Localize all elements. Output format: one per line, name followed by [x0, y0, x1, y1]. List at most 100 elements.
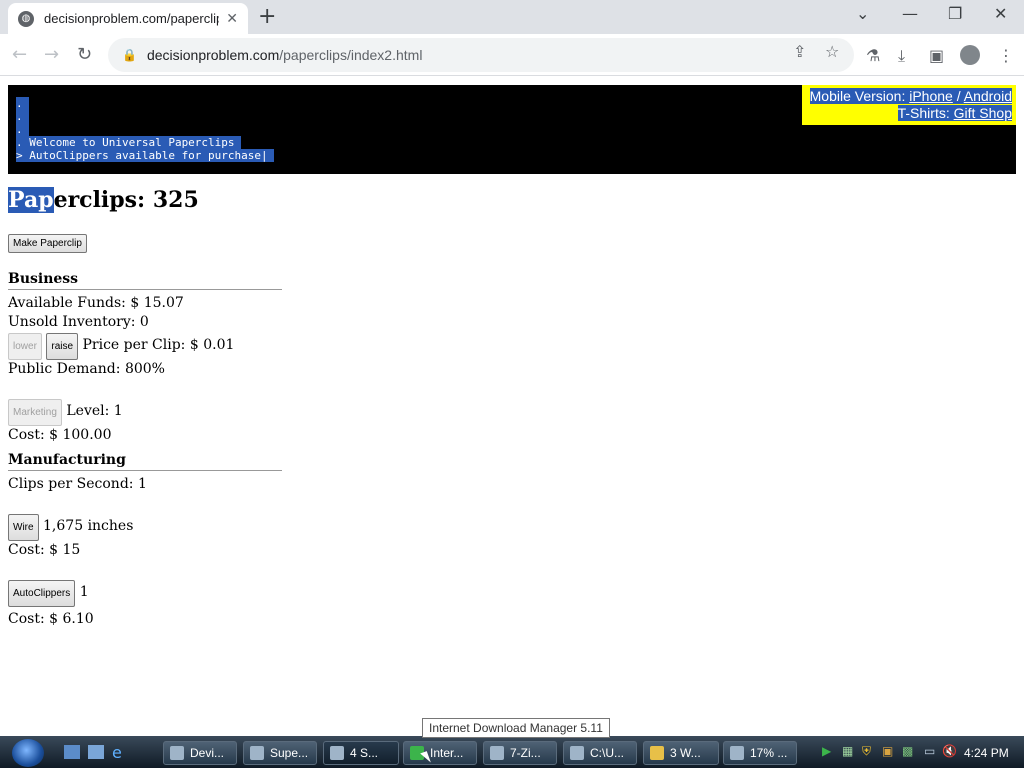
7zip-icon: [570, 746, 584, 760]
paperclips-label: erclips:: [53, 187, 146, 213]
internet-explorer-icon[interactable]: e: [112, 743, 122, 762]
tshirts-label: T-Shirts:: [897, 105, 950, 121]
extension-flask-icon[interactable]: ⚗: [866, 46, 880, 65]
iphone-link[interactable]: iPhone: [909, 88, 953, 104]
wire-cost-row: Cost: $ 15: [8, 542, 81, 558]
price-row: lower raise Price per Clip: $ 0.01: [8, 333, 282, 360]
console-line: > AutoClippers available for purchase|: [16, 149, 274, 162]
tray-display-icon[interactable]: ▭: [924, 744, 935, 758]
taskbar-item[interactable]: 4 S...: [323, 741, 399, 765]
tray-network-icon[interactable]: ▦: [842, 744, 853, 758]
link-separator: /: [956, 88, 961, 104]
autoclippers-cost: 6.10: [62, 611, 94, 627]
explorer-icon[interactable]: [88, 745, 104, 759]
tray-idm-icon[interactable]: ▶: [822, 744, 831, 758]
funds-value: 15.07: [143, 295, 184, 311]
menu-kebab-icon[interactable]: ⋮: [998, 46, 1014, 65]
inventory-value: 0: [139, 314, 149, 330]
autoclippers-cost-row: Cost: $ 6.10: [8, 611, 94, 627]
download-icon[interactable]: ⤓: [898, 46, 905, 66]
paperclips-count-heading: Paperclips: 325: [8, 187, 199, 213]
window-close-icon[interactable]: ✕: [994, 4, 1007, 23]
share-icon[interactable]: ⇪: [793, 42, 806, 61]
taskbar-item[interactable]: 17% ...: [723, 741, 797, 765]
device-manager-icon: [170, 746, 184, 760]
marketing-cost: 100.00: [62, 427, 112, 443]
manufacturing-section: Manufacturing Clips per Second: 1 Wire 1…: [8, 452, 282, 629]
marketing-cost-row: Cost: $ 100.00: [8, 427, 112, 443]
autoclippers-row: AutoClippers 1: [8, 580, 282, 607]
bookmark-star-icon[interactable]: ☆: [825, 42, 839, 61]
minimize-icon[interactable]: —: [902, 4, 918, 23]
demand-row: Public Demand: 800%: [8, 361, 165, 377]
selected-text: Pap: [8, 187, 54, 213]
system-tray: ▶ ▦ ⛨ ▣ ▩ ▭ 🔇 4:24 PM: [818, 741, 1024, 765]
mobile-version-label: Mobile Version:: [809, 88, 906, 104]
tab-title: decisionproblem.com/paperclips: [44, 11, 219, 26]
address-bar[interactable]: 🔒 decisionproblem.com/paperclips/index2.…: [108, 38, 854, 72]
close-tab-icon[interactable]: ✕: [226, 11, 238, 27]
taskbar-item[interactable]: Inter...: [403, 741, 477, 765]
start-button[interactable]: [12, 739, 44, 767]
funds-row: Available Funds: $ 15.07: [8, 295, 184, 311]
console-line: .: [16, 110, 29, 123]
taskbar-item[interactable]: Devi...: [163, 741, 237, 765]
business-section: Business Available Funds: $ 15.07 Unsold…: [8, 271, 282, 445]
autoclippers-button[interactable]: AutoClippers: [8, 580, 76, 607]
console-line: .: [16, 123, 29, 136]
taskbar-item[interactable]: Supe...: [243, 741, 317, 765]
tray-app-icon[interactable]: ▩: [902, 744, 913, 758]
tray-shield-icon[interactable]: ▣: [882, 744, 893, 758]
wire-row: Wire 1,675 inches: [8, 514, 282, 541]
clips-per-second-value: 1: [137, 476, 147, 492]
taskbar-item[interactable]: C:\U...: [563, 741, 637, 765]
show-desktop-icon[interactable]: [64, 745, 80, 759]
gift-shop-link[interactable]: Gift Shop: [954, 105, 1012, 121]
side-panel-icon[interactable]: ▣: [929, 46, 944, 65]
wire-amount: 1,675: [43, 518, 84, 534]
browser-tab[interactable]: ◍ decisionproblem.com/paperclips ✕: [8, 3, 248, 34]
ie-icon: [250, 746, 264, 760]
clips-per-second-row: Clips per Second: 1: [8, 476, 147, 492]
raise-price-button[interactable]: raise: [46, 333, 79, 360]
buy-wire-button[interactable]: Wire: [8, 514, 39, 541]
manufacturing-title: Manufacturing: [8, 452, 282, 471]
volume-muted-icon[interactable]: 🔇: [942, 744, 957, 758]
7zip-icon: [490, 746, 504, 760]
idm-tooltip: Internet Download Manager 5.11: [422, 718, 610, 738]
chrome-icon: [330, 746, 344, 760]
restore-icon[interactable]: ❐: [948, 4, 962, 23]
marketing-button[interactable]: Marketing: [8, 399, 62, 426]
business-title: Business: [8, 271, 282, 290]
tab-search-icon[interactable]: ⌄: [856, 4, 869, 23]
wire-cost: 15: [62, 542, 81, 558]
taskbar-item[interactable]: 3 W...: [643, 741, 719, 765]
tray-security-icon[interactable]: ⛨: [862, 744, 871, 759]
globe-icon: ◍: [18, 10, 34, 27]
lower-price-button[interactable]: lower: [8, 333, 42, 360]
7zip-icon: [730, 746, 744, 760]
inventory-row: Unsold Inventory: 0: [8, 314, 149, 330]
android-link[interactable]: Android: [964, 88, 1012, 104]
console-lines: . . . . Welcome to Universal Paperclips …: [16, 97, 274, 162]
tab-strip: ◍ decisionproblem.com/paperclips ✕ + ⌄ —…: [0, 0, 1024, 34]
lock-icon[interactable]: 🔒: [122, 48, 137, 62]
profile-avatar[interactable]: [960, 45, 980, 65]
back-icon[interactable]: ←: [12, 44, 27, 65]
marketing-row: Marketing Level: 1: [8, 399, 282, 426]
price-value: 0.01: [203, 337, 235, 353]
console-line: .: [16, 97, 29, 110]
taskbar-clock[interactable]: 4:24 PM: [964, 746, 1009, 760]
url-text: decisionproblem.com/paperclips/index2.ht…: [146, 47, 423, 63]
autoclippers-count: 1: [79, 584, 89, 600]
folder-icon: [650, 746, 664, 760]
browser-toolbar: ← → ↻ 🔒 decisionproblem.com/paperclips/i…: [0, 34, 1024, 76]
demand-value: 800%: [124, 361, 165, 377]
new-tab-icon[interactable]: +: [258, 4, 276, 29]
marketing-level: 1: [113, 403, 123, 419]
reload-icon[interactable]: ↻: [77, 44, 92, 65]
console-line: . Welcome to Universal Paperclips: [16, 136, 241, 149]
taskbar-item[interactable]: 7-Zi...: [483, 741, 557, 765]
forward-icon[interactable]: →: [44, 44, 59, 65]
make-paperclip-button[interactable]: Make Paperclip: [8, 234, 87, 253]
